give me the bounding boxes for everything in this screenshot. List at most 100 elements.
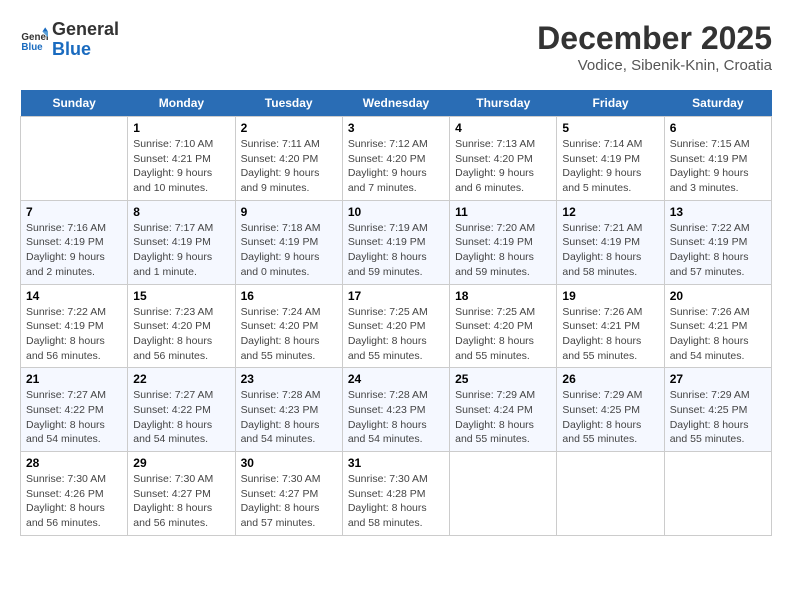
daylight-hours: Daylight: 9 hours and 0 minutes.	[241, 251, 320, 278]
day-info: Sunrise: 7:10 AM Sunset: 4:21 PM Dayligh…	[133, 137, 229, 196]
calendar-cell: 15 Sunrise: 7:23 AM Sunset: 4:20 PM Dayl…	[128, 284, 235, 368]
sunrise-time: Sunrise: 7:30 AM	[133, 473, 213, 485]
sunrise-time: Sunrise: 7:27 AM	[133, 389, 213, 401]
sunrise-time: Sunrise: 7:11 AM	[241, 138, 320, 150]
day-number: 17	[348, 289, 444, 303]
sunset-time: Sunset: 4:19 PM	[562, 153, 640, 165]
sunset-time: Sunset: 4:19 PM	[133, 236, 211, 248]
location-title: Vodice, Sibenik-Knin, Croatia	[537, 57, 772, 74]
daylight-hours: Daylight: 9 hours and 3 minutes.	[670, 167, 749, 194]
calendar-cell: 4 Sunrise: 7:13 AM Sunset: 4:20 PM Dayli…	[450, 117, 557, 201]
sunrise-time: Sunrise: 7:30 AM	[241, 473, 321, 485]
day-number: 21	[26, 372, 122, 386]
sunset-time: Sunset: 4:20 PM	[133, 320, 211, 332]
sunset-time: Sunset: 4:22 PM	[133, 404, 211, 416]
daylight-hours: Daylight: 8 hours and 56 minutes.	[133, 335, 212, 362]
day-number: 9	[241, 205, 337, 219]
daylight-hours: Daylight: 8 hours and 59 minutes.	[455, 251, 534, 278]
calendar-cell	[21, 117, 128, 201]
weekday-header-monday: Monday	[128, 90, 235, 117]
sunset-time: Sunset: 4:20 PM	[455, 153, 533, 165]
sunrise-time: Sunrise: 7:13 AM	[455, 138, 535, 150]
sunrise-time: Sunrise: 7:26 AM	[562, 306, 642, 318]
day-info: Sunrise: 7:20 AM Sunset: 4:19 PM Dayligh…	[455, 221, 551, 280]
day-info: Sunrise: 7:25 AM Sunset: 4:20 PM Dayligh…	[455, 305, 551, 364]
calendar-cell: 13 Sunrise: 7:22 AM Sunset: 4:19 PM Dayl…	[664, 200, 771, 284]
sunset-time: Sunset: 4:25 PM	[670, 404, 748, 416]
calendar-cell: 7 Sunrise: 7:16 AM Sunset: 4:19 PM Dayli…	[21, 200, 128, 284]
day-info: Sunrise: 7:22 AM Sunset: 4:19 PM Dayligh…	[26, 305, 122, 364]
day-info: Sunrise: 7:29 AM Sunset: 4:24 PM Dayligh…	[455, 388, 551, 447]
sunrise-time: Sunrise: 7:29 AM	[455, 389, 535, 401]
calendar-cell: 2 Sunrise: 7:11 AM Sunset: 4:20 PM Dayli…	[235, 117, 342, 201]
sunrise-time: Sunrise: 7:25 AM	[348, 306, 428, 318]
calendar-cell: 12 Sunrise: 7:21 AM Sunset: 4:19 PM Dayl…	[557, 200, 664, 284]
sunrise-time: Sunrise: 7:29 AM	[562, 389, 642, 401]
calendar-cell: 23 Sunrise: 7:28 AM Sunset: 4:23 PM Dayl…	[235, 368, 342, 452]
sunset-time: Sunset: 4:20 PM	[348, 153, 426, 165]
calendar-cell	[664, 452, 771, 536]
day-number: 7	[26, 205, 122, 219]
calendar-cell: 21 Sunrise: 7:27 AM Sunset: 4:22 PM Dayl…	[21, 368, 128, 452]
day-number: 13	[670, 205, 766, 219]
sunset-time: Sunset: 4:19 PM	[670, 153, 748, 165]
calendar-cell	[450, 452, 557, 536]
calendar-cell: 17 Sunrise: 7:25 AM Sunset: 4:20 PM Dayl…	[342, 284, 449, 368]
day-info: Sunrise: 7:16 AM Sunset: 4:19 PM Dayligh…	[26, 221, 122, 280]
daylight-hours: Daylight: 8 hours and 54 minutes.	[348, 419, 427, 446]
day-number: 20	[670, 289, 766, 303]
day-number: 22	[133, 372, 229, 386]
day-info: Sunrise: 7:30 AM Sunset: 4:26 PM Dayligh…	[26, 472, 122, 531]
sunset-time: Sunset: 4:21 PM	[133, 153, 211, 165]
daylight-hours: Daylight: 8 hours and 56 minutes.	[133, 502, 212, 529]
calendar-title-area: December 2025 Vodice, Sibenik-Knin, Croa…	[537, 20, 772, 74]
logo-wordmark: General Blue	[52, 20, 119, 60]
daylight-hours: Daylight: 9 hours and 10 minutes.	[133, 167, 212, 194]
day-number: 18	[455, 289, 551, 303]
day-number: 30	[241, 456, 337, 470]
daylight-hours: Daylight: 8 hours and 56 minutes.	[26, 502, 105, 529]
calendar-cell: 31 Sunrise: 7:30 AM Sunset: 4:28 PM Dayl…	[342, 452, 449, 536]
calendar-cell: 16 Sunrise: 7:24 AM Sunset: 4:20 PM Dayl…	[235, 284, 342, 368]
daylight-hours: Daylight: 9 hours and 2 minutes.	[26, 251, 105, 278]
sunset-time: Sunset: 4:20 PM	[241, 320, 319, 332]
daylight-hours: Daylight: 9 hours and 9 minutes.	[241, 167, 320, 194]
day-info: Sunrise: 7:29 AM Sunset: 4:25 PM Dayligh…	[670, 388, 766, 447]
day-number: 23	[241, 372, 337, 386]
day-number: 10	[348, 205, 444, 219]
daylight-hours: Daylight: 8 hours and 55 minutes.	[562, 419, 641, 446]
month-title: December 2025	[537, 20, 772, 57]
sunrise-time: Sunrise: 7:14 AM	[562, 138, 642, 150]
calendar-cell: 24 Sunrise: 7:28 AM Sunset: 4:23 PM Dayl…	[342, 368, 449, 452]
daylight-hours: Daylight: 8 hours and 56 minutes.	[26, 335, 105, 362]
sunrise-time: Sunrise: 7:10 AM	[133, 138, 213, 150]
day-info: Sunrise: 7:22 AM Sunset: 4:19 PM Dayligh…	[670, 221, 766, 280]
sunrise-time: Sunrise: 7:18 AM	[241, 222, 321, 234]
day-number: 6	[670, 121, 766, 135]
day-number: 28	[26, 456, 122, 470]
calendar-cell: 25 Sunrise: 7:29 AM Sunset: 4:24 PM Dayl…	[450, 368, 557, 452]
sunset-time: Sunset: 4:23 PM	[241, 404, 319, 416]
day-number: 14	[26, 289, 122, 303]
sunrise-time: Sunrise: 7:29 AM	[670, 389, 750, 401]
calendar-cell: 22 Sunrise: 7:27 AM Sunset: 4:22 PM Dayl…	[128, 368, 235, 452]
sunset-time: Sunset: 4:22 PM	[26, 404, 104, 416]
calendar-cell: 11 Sunrise: 7:20 AM Sunset: 4:19 PM Dayl…	[450, 200, 557, 284]
weekday-header-sunday: Sunday	[21, 90, 128, 117]
day-info: Sunrise: 7:13 AM Sunset: 4:20 PM Dayligh…	[455, 137, 551, 196]
daylight-hours: Daylight: 8 hours and 55 minutes.	[562, 335, 641, 362]
sunrise-time: Sunrise: 7:24 AM	[241, 306, 321, 318]
calendar-cell: 26 Sunrise: 7:29 AM Sunset: 4:25 PM Dayl…	[557, 368, 664, 452]
day-info: Sunrise: 7:30 AM Sunset: 4:27 PM Dayligh…	[241, 472, 337, 531]
sunrise-time: Sunrise: 7:22 AM	[26, 306, 106, 318]
daylight-hours: Daylight: 8 hours and 55 minutes.	[455, 335, 534, 362]
sunrise-time: Sunrise: 7:25 AM	[455, 306, 535, 318]
sunset-time: Sunset: 4:27 PM	[133, 488, 211, 500]
calendar-cell: 3 Sunrise: 7:12 AM Sunset: 4:20 PM Dayli…	[342, 117, 449, 201]
weekday-header-thursday: Thursday	[450, 90, 557, 117]
day-number: 5	[562, 121, 658, 135]
sunset-time: Sunset: 4:19 PM	[26, 320, 104, 332]
daylight-hours: Daylight: 8 hours and 59 minutes.	[348, 251, 427, 278]
sunrise-time: Sunrise: 7:21 AM	[562, 222, 642, 234]
daylight-hours: Daylight: 8 hours and 55 minutes.	[670, 419, 749, 446]
